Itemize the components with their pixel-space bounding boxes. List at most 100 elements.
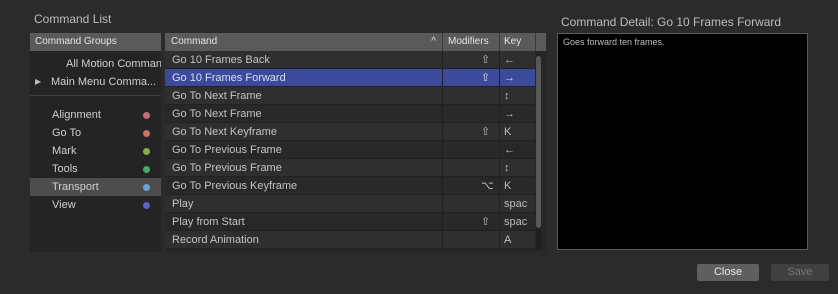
disclosure-arrow-icon[interactable]: ▶ <box>35 73 41 91</box>
save-button[interactable]: Save <box>771 264 829 281</box>
modifier-icon: ⇧ <box>481 216 491 228</box>
command-group-label: Main Menu Comma... <box>51 76 157 88</box>
column-separator <box>499 69 500 86</box>
category-color-dot <box>143 166 150 173</box>
column-separator <box>499 141 500 158</box>
category-color-dot <box>143 202 150 209</box>
command-group-item[interactable]: ▶ Main Menu Comma... <box>30 73 161 91</box>
category-color-dot <box>143 130 150 137</box>
command-groups-header: Command Groups <box>30 33 161 51</box>
command-group-item[interactable]: All Motion Comman... <box>30 55 161 73</box>
column-separator <box>442 87 443 104</box>
command-name: Go To Next Frame <box>172 90 262 102</box>
key-label: ↕ <box>504 90 510 102</box>
column-separator <box>442 69 443 86</box>
column-separator <box>499 213 500 230</box>
command-groups-panel: Command Groups All Motion Comman... ▶ Main… <box>30 33 161 252</box>
modifier-icon: ⇧ <box>481 126 491 138</box>
command-table: Command ^ Modifiers Key Go 10 Frames Bac… <box>165 33 546 252</box>
key-label: ← <box>504 54 515 66</box>
command-name: Play from Start <box>172 216 245 228</box>
command-detail-text: Goes forward ten frames. <box>563 37 665 47</box>
command-row[interactable]: Go To Previous Frame ↕ <box>165 159 535 177</box>
key-label: K <box>504 180 512 192</box>
command-name: Go To Previous Frame <box>172 162 282 174</box>
key-column-header[interactable]: Key <box>499 33 535 51</box>
command-group-label: All Motion Comman... <box>66 58 161 70</box>
category-label: Go To <box>52 127 82 139</box>
command-header-label: Command <box>171 36 218 47</box>
column-separator <box>442 141 443 158</box>
table-scrollbar[interactable] <box>536 54 541 250</box>
header-filler <box>535 33 546 51</box>
sort-ascending-icon: ^ <box>431 36 436 47</box>
category-color-dot <box>143 112 150 119</box>
command-row[interactable]: Go To Previous Frame ← <box>165 141 535 159</box>
command-detail-title: Command Detail: Go 10 Frames Forward <box>561 15 782 29</box>
command-name: Go 10 Frames Back <box>172 54 270 66</box>
column-separator <box>442 105 443 122</box>
command-row[interactable]: Go To Previous Keyframe ⌥ K <box>165 177 535 195</box>
command-list-title: Command List <box>34 12 112 26</box>
category-label: View <box>52 199 76 211</box>
command-row[interactable]: Go To Next Keyframe ⇧ K <box>165 123 535 141</box>
table-scrollbar-thumb[interactable] <box>536 56 541 228</box>
key-label: ← <box>504 144 515 156</box>
category-label: Transport <box>52 181 99 193</box>
category-item[interactable]: Alignment <box>30 106 161 124</box>
category-item[interactable]: Go To <box>30 124 161 142</box>
command-name: Go To Next Frame <box>172 108 262 120</box>
column-separator <box>442 177 443 194</box>
key-label: → <box>504 72 515 84</box>
command-detail-panel: Goes forward ten frames. <box>557 33 808 250</box>
command-name: Go To Previous Frame <box>172 144 282 156</box>
column-separator <box>499 87 500 104</box>
column-separator <box>442 159 443 176</box>
category-color-dot <box>143 184 150 191</box>
category-color-dot <box>143 148 150 155</box>
modifier-icon: ⇧ <box>481 72 491 84</box>
command-name: Go To Next Keyframe <box>172 126 277 138</box>
column-separator <box>499 177 500 194</box>
category-item[interactable]: Tools <box>30 160 161 178</box>
category-label: Mark <box>52 145 77 157</box>
key-label: spac <box>504 198 528 210</box>
key-label: A <box>504 234 512 246</box>
column-separator <box>442 51 443 68</box>
command-row[interactable]: Play from Start ⇧ spac <box>165 213 535 231</box>
command-row[interactable]: Go 10 Frames Forward ⇧ → <box>165 69 535 87</box>
command-name: Play <box>172 198 194 210</box>
category-item[interactable]: Transport <box>30 178 161 196</box>
column-separator <box>442 213 443 230</box>
command-row[interactable]: Play spac <box>165 195 535 213</box>
category-item[interactable]: View <box>30 196 161 214</box>
column-separator <box>499 105 500 122</box>
column-separator <box>499 123 500 140</box>
modifier-icon: ⌥ <box>481 180 494 192</box>
command-row[interactable]: Record Animation A <box>165 231 535 249</box>
command-row[interactable]: Go 10 Frames Back ⇧ ← <box>165 51 535 69</box>
category-item[interactable]: Mark <box>30 142 161 160</box>
command-name: Go 10 Frames Forward <box>172 72 286 84</box>
command-row[interactable]: Go To Next Frame → <box>165 105 535 123</box>
key-label: → <box>504 108 515 120</box>
command-row[interactable]: Go To Next Frame ↕ <box>165 87 535 105</box>
modifiers-column-header[interactable]: Modifiers <box>442 33 499 51</box>
column-separator <box>499 195 500 212</box>
category-label: Tools <box>52 163 78 175</box>
close-button[interactable]: Close <box>697 264 759 281</box>
command-name: Go To Previous Keyframe <box>172 180 298 192</box>
key-label: K <box>504 126 512 138</box>
column-separator <box>442 231 443 248</box>
column-separator <box>442 195 443 212</box>
groups-divider <box>30 95 161 96</box>
column-separator <box>499 159 500 176</box>
category-label: Alignment <box>52 109 101 121</box>
column-separator <box>442 123 443 140</box>
key-label: ↕ <box>504 162 510 174</box>
column-separator <box>499 231 500 248</box>
modifier-icon: ⇧ <box>481 54 491 66</box>
column-separator <box>499 51 500 68</box>
command-column-header[interactable]: Command ^ <box>165 33 442 51</box>
key-label: spac <box>504 216 528 228</box>
